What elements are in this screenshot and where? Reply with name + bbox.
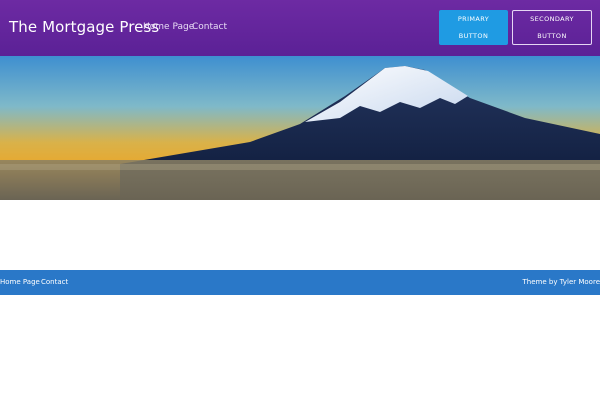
theme-credit[interactable]: Theme by Tyler Moore bbox=[523, 278, 600, 286]
site-header: The Mortgage Press Home Page Contact PRI… bbox=[0, 0, 600, 56]
site-footer: Home Page Contact Theme by Tyler Moore bbox=[0, 270, 600, 295]
site-title[interactable]: The Mortgage Press bbox=[9, 18, 159, 36]
hero-image bbox=[0, 56, 600, 200]
primary-button[interactable]: PRIMARY BUTTON bbox=[439, 10, 508, 45]
nav-link-contact[interactable]: Contact bbox=[192, 22, 227, 32]
footer-link-contact[interactable]: Contact bbox=[41, 278, 68, 286]
footer-link-home[interactable]: Home Page bbox=[0, 278, 40, 286]
nav-link-home[interactable]: Home Page bbox=[143, 22, 194, 32]
mountain-landscape-image bbox=[0, 56, 600, 200]
secondary-button[interactable]: SECONDARY BUTTON bbox=[512, 10, 592, 45]
